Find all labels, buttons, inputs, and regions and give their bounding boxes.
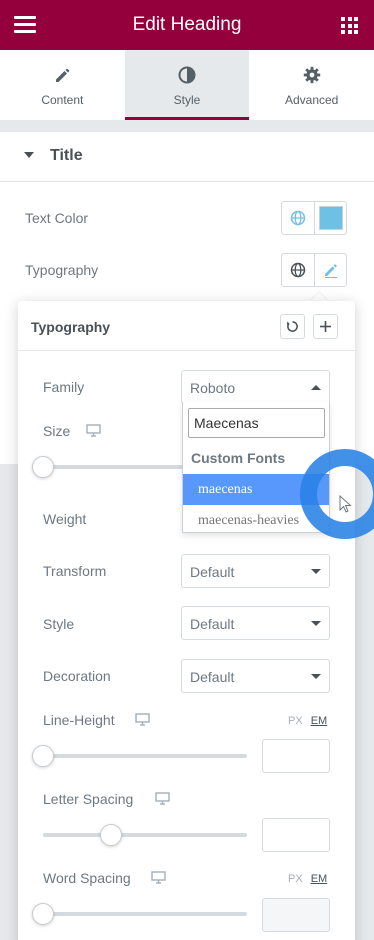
unit-em[interactable]: EM — [311, 873, 328, 885]
typography-popover: Typography Family Roboto Size Weight Tra… — [18, 301, 355, 940]
style-value: Default — [190, 616, 235, 632]
tab-style-label: Style — [173, 93, 201, 107]
decoration-select[interactable]: Default — [181, 659, 330, 693]
style-label: Style — [43, 616, 75, 632]
desktop-icon[interactable] — [135, 713, 150, 731]
color-swatch — [318, 206, 343, 230]
size-label: Size — [43, 423, 71, 439]
word-spacing-slider-handle[interactable] — [32, 903, 54, 925]
weight-label: Weight — [43, 511, 87, 527]
unit-em[interactable]: EM — [311, 715, 328, 727]
style-select[interactable]: Default — [181, 606, 330, 640]
line-height-units: PX EM — [288, 715, 327, 727]
gear-icon — [303, 66, 321, 87]
line-height-slider-track[interactable] — [43, 754, 247, 758]
size-slider-handle[interactable] — [32, 456, 54, 478]
line-height-input[interactable] — [262, 739, 330, 773]
popover-header: Typography — [18, 301, 355, 351]
mouse-pointer-icon — [339, 494, 353, 520]
letter-spacing-label: Letter Spacing — [43, 791, 134, 807]
text-color-control — [281, 201, 347, 235]
color-swatch-button[interactable] — [314, 202, 346, 234]
text-color-label: Text Color — [25, 210, 89, 226]
pencil-icon — [324, 264, 337, 278]
chevron-down-icon — [311, 621, 321, 626]
tab-content-label: Content — [41, 93, 84, 107]
chevron-down-icon — [311, 569, 321, 574]
custom-fonts-group-label: Custom Fonts — [191, 450, 286, 466]
desktop-icon[interactable] — [151, 871, 166, 889]
transform-value: Default — [190, 564, 235, 580]
typography-label: Typography — [25, 262, 99, 278]
unit-px[interactable]: PX — [288, 873, 303, 885]
letter-spacing-input[interactable] — [262, 818, 330, 852]
size-slider-track[interactable] — [43, 465, 198, 469]
editor-header: Edit Heading — [0, 0, 374, 50]
reset-icon — [286, 321, 298, 332]
transform-label: Transform — [43, 563, 107, 579]
caret-down-icon — [24, 152, 34, 158]
family-value: Roboto — [190, 380, 236, 396]
word-spacing-units: PX EM — [288, 873, 327, 885]
global-typography-button[interactable] — [282, 254, 314, 286]
edit-typography-button[interactable] — [314, 254, 346, 286]
family-select[interactable]: Roboto — [181, 370, 330, 404]
word-spacing-slider-track[interactable] — [43, 912, 247, 916]
tab-advanced[interactable]: Advanced — [249, 50, 374, 120]
letter-spacing-slider-handle[interactable] — [100, 824, 122, 846]
font-search-input[interactable]: Maecenas — [188, 408, 325, 438]
contrast-icon — [178, 66, 196, 87]
section-title-toggle[interactable]: Title — [0, 132, 374, 182]
chevron-up-icon — [311, 385, 321, 390]
pencil-icon — [53, 66, 71, 87]
section-title: Title — [50, 147, 83, 164]
global-color-button[interactable] — [282, 202, 314, 234]
family-label: Family — [43, 379, 85, 395]
unit-px[interactable]: PX — [288, 715, 303, 727]
typography-control — [281, 253, 347, 287]
tab-advanced-label: Advanced — [284, 93, 339, 107]
popover-title: Typography — [31, 319, 111, 335]
reset-button[interactable] — [280, 314, 305, 339]
word-spacing-label: Word Spacing — [43, 870, 131, 886]
plus-icon — [320, 321, 331, 332]
panel-title: Edit Heading — [132, 14, 242, 35]
line-height-label: Line-Height — [43, 712, 115, 728]
add-button[interactable] — [313, 314, 338, 339]
desktop-icon[interactable] — [86, 424, 101, 442]
tab-content[interactable]: Content — [0, 50, 125, 120]
desktop-icon[interactable] — [155, 792, 170, 810]
word-spacing-input[interactable] — [262, 898, 330, 932]
globe-icon — [290, 262, 306, 278]
globe-icon — [290, 210, 306, 226]
chevron-down-icon — [311, 674, 321, 679]
tab-style[interactable]: Style — [124, 50, 250, 120]
line-height-slider-handle[interactable] — [32, 745, 54, 767]
transform-select[interactable]: Default — [181, 554, 330, 588]
panel-tabs: Content Style Advanced — [0, 50, 374, 120]
decoration-label: Decoration — [43, 668, 111, 684]
decoration-value: Default — [190, 669, 235, 685]
grid-icon[interactable] — [341, 17, 358, 34]
letter-spacing-slider-track[interactable] — [43, 833, 247, 837]
